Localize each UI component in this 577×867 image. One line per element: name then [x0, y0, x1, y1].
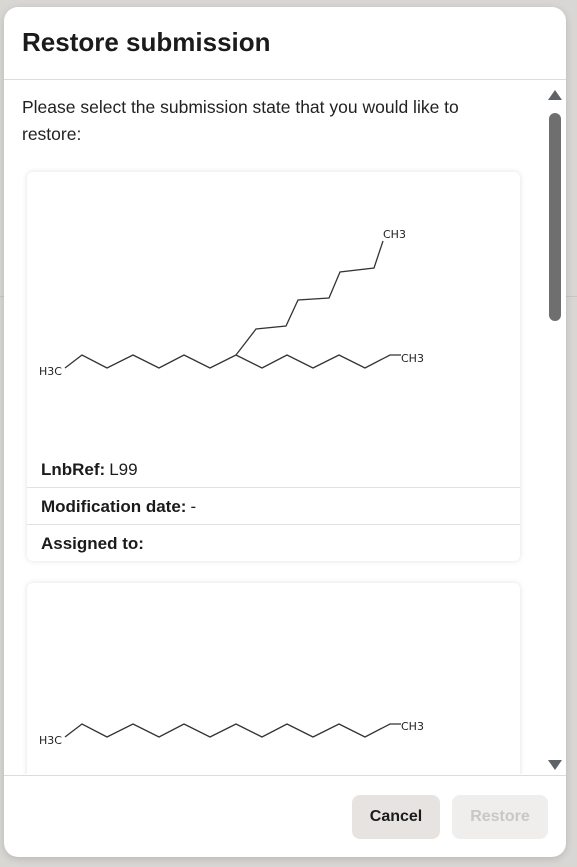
- structure-label-start: H3C: [39, 734, 62, 747]
- dialog-header: Restore submission: [4, 7, 566, 80]
- scroll-down-arrow-icon[interactable]: [548, 760, 562, 770]
- chemical-structure: H3C CH3 CH3: [39, 228, 424, 378]
- scrollbar-thumb[interactable]: [549, 113, 561, 321]
- assigned-to-row: Assigned to:: [27, 524, 520, 561]
- modification-date-row: Modification date: -: [27, 487, 520, 524]
- restore-button[interactable]: Restore: [452, 795, 548, 839]
- lnbref-row: LnbRef: L99: [27, 450, 520, 487]
- lnbref-value: L99: [109, 460, 138, 479]
- dialog-description: Please select the submission state that …: [22, 97, 459, 144]
- restore-submission-dialog: Restore submission Please select the sub…: [4, 7, 566, 857]
- dialog-footer: Cancel Restore: [4, 775, 566, 857]
- cancel-button[interactable]: Cancel: [352, 795, 440, 839]
- scrollbar[interactable]: [546, 86, 564, 774]
- structure-label-start: H3C: [39, 365, 62, 378]
- structure-label-main-end: CH3: [401, 352, 424, 365]
- scroll-up-arrow-icon[interactable]: [548, 90, 562, 100]
- assigned-to-label: Assigned to:: [41, 534, 144, 553]
- dialog-title: Restore submission: [22, 27, 271, 57]
- structure-label-branch-end: CH3: [383, 228, 406, 241]
- modification-date-value: -: [190, 497, 197, 516]
- submission-card[interactable]: H3C CH3 CH3 LnbRef: L99 Modification date…: [27, 172, 520, 561]
- structure-label-main-end: CH3: [401, 720, 424, 733]
- lnbref-label: LnbRef:: [41, 460, 106, 479]
- submission-card[interactable]: H3C CH3: [27, 583, 520, 774]
- dialog-body[interactable]: Please select the submission state that …: [4, 80, 566, 774]
- chemical-structure: H3C CH3: [39, 720, 424, 747]
- modification-date-label: Modification date:: [41, 497, 187, 516]
